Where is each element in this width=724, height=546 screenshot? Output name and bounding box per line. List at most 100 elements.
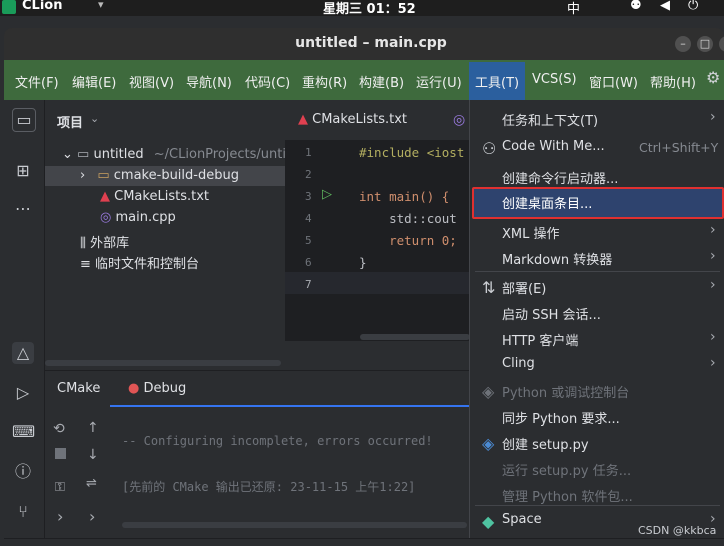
tree-item-external-libs[interactable]: ⫼ 外部库	[80, 232, 129, 251]
console-scrollbar[interactable]	[122, 522, 467, 528]
cmake-icon[interactable]: △	[12, 342, 34, 364]
line-number: 5	[305, 234, 312, 247]
error-icon: ●	[128, 381, 140, 396]
project-header[interactable]: 项目	[57, 112, 83, 131]
menu-help[interactable]: 帮助(H)	[650, 72, 696, 91]
line-number: 4	[305, 212, 312, 225]
line-number: 6	[305, 256, 312, 269]
root-path: ~/CLionProjects/unti	[153, 147, 286, 162]
space-icon: ◆	[482, 512, 495, 531]
submenu-arrow-icon: ›	[710, 222, 716, 238]
menu-code[interactable]: 代码(C)	[245, 72, 290, 91]
git-icon[interactable]: ⑂	[12, 501, 34, 523]
menu-window[interactable]: 窗口(W)	[589, 72, 638, 91]
console-line: -- Configuring incomplete, errors occurr…	[122, 434, 433, 448]
arrow-up-icon[interactable]: ↑	[87, 420, 99, 436]
tab-cmakelists[interactable]: ▲ CMakeLists.txt	[298, 112, 407, 127]
menu-item-cli-launcher[interactable]: 创建命令行启动器...	[502, 168, 618, 187]
menu-tools[interactable]: 工具(T)	[469, 62, 526, 101]
menu-item-tasks-context[interactable]: 任务和上下文(T)	[502, 110, 598, 129]
library-icon: ⫼	[80, 236, 86, 251]
editor-scrollbar[interactable]	[360, 334, 470, 340]
os-app-name[interactable]: CLion	[22, 0, 62, 13]
menu-item-cling[interactable]: Cling	[502, 356, 535, 371]
menu-item-ssh-session[interactable]: 启动 SSH 会话...	[502, 304, 601, 323]
menu-item-xml-actions[interactable]: XML 操作	[502, 223, 560, 242]
menu-view[interactable]: 视图(V)	[129, 72, 174, 91]
menu-item-run-setup-py-task: 运行 setup.py 任务...	[502, 464, 632, 479]
menu-item-create-setup-py[interactable]: 创建 setup.py	[502, 434, 589, 453]
stop-icon[interactable]	[55, 448, 66, 459]
menu-file[interactable]: 文件(F)	[15, 72, 59, 91]
tree-item-cmakelists[interactable]: ▲ CMakeLists.txt	[100, 189, 209, 204]
menu-item-http-client[interactable]: HTTP 客户端	[502, 330, 578, 349]
console-output[interactable]	[110, 408, 475, 528]
menu-navigate[interactable]: 导航(N)	[186, 72, 232, 91]
menu-item-space[interactable]: Space	[502, 512, 542, 527]
folder-icon: ▭	[97, 168, 110, 183]
menu-build[interactable]: 构建(B)	[359, 72, 404, 91]
editor-gutter	[285, 141, 355, 341]
menu-refactor[interactable]: 重构(R)	[302, 72, 347, 91]
power-icon[interactable]: ⏻	[688, 0, 698, 13]
soft-wrap-icon[interactable]: ⇌	[86, 476, 97, 491]
reload-icon[interactable]: ⟲	[53, 421, 65, 437]
folder-icon: ▭	[77, 147, 90, 162]
structure-icon[interactable]: ⊞	[12, 160, 34, 182]
menu-vcs[interactable]: VCS(S)	[532, 72, 577, 87]
code-line: int main() {	[359, 189, 450, 204]
submenu-arrow-icon: ›	[710, 277, 716, 293]
chevron-down-icon: ▾	[98, 0, 104, 11]
horizontal-scrollbar[interactable]	[45, 360, 281, 366]
menu-item-sync-python-requirements[interactable]: 同步 Python 要求...	[502, 408, 620, 427]
tree-root[interactable]: ⌄ ▭ untitled ~/CLionProjects/unti	[62, 147, 286, 162]
line-number: 3	[305, 190, 312, 203]
code-line: return 0;	[359, 233, 457, 248]
tab-underline	[110, 405, 475, 407]
network-icon[interactable]: ⚉	[630, 0, 642, 13]
tree-item-label: 外部库	[90, 236, 130, 251]
tab-debug[interactable]: ● Debug	[128, 381, 186, 396]
menu-item-python-console: Python 或调试控制台	[502, 386, 630, 401]
code-line: std::cout	[359, 211, 457, 226]
maximize-button[interactable]: □	[697, 36, 713, 52]
debug-icon[interactable]: ▷	[12, 382, 34, 404]
chevron-down-icon[interactable]: ⌄	[90, 112, 99, 125]
settings-gear-icon[interactable]: ⚙	[706, 68, 720, 87]
line-number: 1	[305, 146, 312, 159]
tree-item-scratches[interactable]: ≡ 临时文件和控制台	[80, 253, 199, 272]
terminal-icon[interactable]: ⌨	[12, 421, 35, 443]
cpp-file-icon[interactable]: ◎	[453, 112, 465, 128]
volume-icon[interactable]: ◀	[660, 0, 670, 13]
arrow-down-icon[interactable]: ↓	[87, 447, 99, 463]
menu-item-manage-python-packages: 管理 Python 软件包...	[502, 490, 633, 505]
run-gutter-icon[interactable]: ▷	[322, 187, 332, 202]
project-folder-icon[interactable]: ▭	[12, 108, 36, 132]
tab-label: Debug	[143, 381, 187, 396]
os-clock[interactable]: 星期三 01：52	[323, 0, 416, 17]
menu-separator	[475, 271, 720, 272]
menu-run[interactable]: 运行(U)	[416, 72, 462, 91]
menu-item-deployment[interactable]: 部署(E)	[502, 278, 546, 297]
more-icon[interactable]: ⋯	[12, 198, 34, 220]
menu-item-code-with-me[interactable]: Code With Me...	[502, 139, 605, 154]
window-titlebar: untitled – main.cpp	[4, 28, 724, 60]
problems-icon[interactable]: ⓘ	[12, 461, 34, 483]
menu-item-desktop-entry[interactable]: 创建桌面条目...	[502, 193, 592, 212]
cmake-file-icon: ▲	[100, 189, 110, 204]
tab-cmake[interactable]: CMake	[57, 381, 100, 396]
shortcut-code-with-me: Ctrl+Shift+Y	[639, 140, 719, 155]
chevron-right-icon[interactable]: ›	[57, 507, 63, 526]
input-method[interactable]: 中	[567, 0, 580, 17]
chevron-right-icon[interactable]: ›	[89, 507, 95, 526]
submenu-arrow-icon: ›	[710, 329, 716, 345]
python-icon: ◈	[482, 382, 495, 401]
menu-item-markdown-converter[interactable]: Markdown 转换器	[502, 249, 612, 268]
tree-item-main-cpp[interactable]: ◎ main.cpp	[100, 210, 176, 225]
tree-item-cmake-build-debug[interactable]: › ▭ cmake-build-debug	[80, 168, 239, 183]
submenu-arrow-icon: ›	[710, 355, 716, 371]
minimize-button[interactable]: –	[675, 36, 691, 52]
menu-separator	[475, 505, 720, 506]
menu-edit[interactable]: 编辑(E)	[72, 72, 116, 91]
lock-icon[interactable]: ⚿	[55, 480, 65, 495]
